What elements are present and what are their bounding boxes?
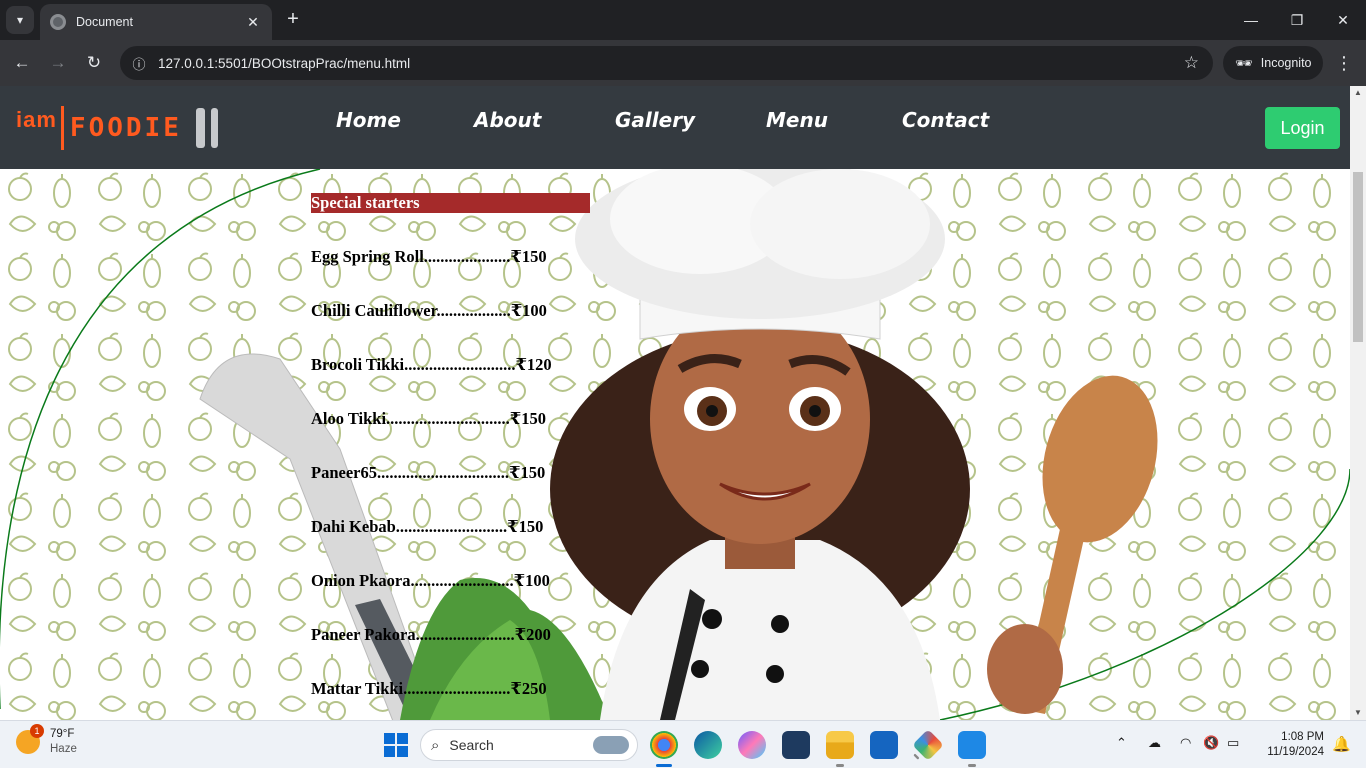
scroll-up-icon[interactable]: ▲ bbox=[1350, 86, 1366, 100]
reload-icon[interactable]: ↻ bbox=[81, 50, 107, 76]
taskbar-clock[interactable]: 1:08 PM 11/19/2024 bbox=[1258, 730, 1324, 760]
onedrive-cloud-icon[interactable]: ☁ bbox=[1148, 735, 1161, 751]
scrollbar-thumb[interactable] bbox=[1353, 172, 1363, 342]
weather-condition: Haze bbox=[50, 743, 77, 755]
edge-icon[interactable] bbox=[694, 731, 722, 759]
chef-illustration bbox=[199, 169, 1158, 720]
browser-toolbar: ← → ↻ ⓘ 127.0.0.1:5501/BOOtstrapPrac/men… bbox=[0, 40, 1366, 86]
tab-search-icon[interactable]: ▾ bbox=[6, 6, 34, 34]
battery-icon[interactable]: ▭ bbox=[1227, 735, 1239, 751]
wifi-icon[interactable]: ◠ bbox=[1180, 735, 1191, 751]
nav-home[interactable]: Home bbox=[336, 108, 401, 132]
special-starters-menu: Special starters Egg Spring Roll........… bbox=[311, 193, 590, 720]
logo-divider bbox=[60, 106, 64, 150]
clock-time: 1:08 PM bbox=[1281, 731, 1324, 743]
weather-widget[interactable]: 1 79°F Haze bbox=[16, 724, 77, 757]
vscode-icon[interactable] bbox=[958, 731, 986, 767]
site-logo[interactable]: iam FOODIE bbox=[16, 104, 218, 152]
menu-item: Egg Spring Roll.....................₹150 bbox=[311, 247, 547, 266]
tab-favicon-icon bbox=[50, 14, 66, 30]
weather-badge: 1 bbox=[30, 724, 44, 738]
microsoft-store-icon[interactable] bbox=[870, 731, 898, 759]
git-gui-icon[interactable] bbox=[912, 729, 944, 761]
back-icon[interactable]: ← bbox=[9, 50, 35, 76]
menu-item: Brocoli Tikki...........................… bbox=[311, 355, 552, 374]
page-viewport: iam FOODIE Home About Gallery Menu Conta… bbox=[0, 86, 1350, 720]
tab-close-icon[interactable]: ✕ bbox=[244, 14, 262, 31]
menu-item: Mattar Tikki..........................₹2… bbox=[311, 679, 547, 698]
search-highlight-image bbox=[593, 736, 629, 754]
logo-name: FOODIE bbox=[69, 113, 182, 143]
nav-gallery[interactable]: Gallery bbox=[615, 108, 695, 132]
copilot-icon[interactable] bbox=[738, 731, 766, 759]
menu-item: Chilli Cauliflower..................₹100 bbox=[311, 301, 547, 320]
new-tab-button[interactable]: + bbox=[282, 8, 304, 30]
login-button[interactable]: Login bbox=[1265, 107, 1340, 149]
address-bar[interactable]: ⓘ 127.0.0.1:5501/BOOtstrapPrac/menu.html… bbox=[120, 46, 1213, 80]
scroll-down-icon[interactable]: ▼ bbox=[1350, 706, 1366, 720]
nav-contact[interactable]: Contact bbox=[902, 108, 989, 132]
file-explorer-icon[interactable] bbox=[826, 731, 854, 767]
tab-title: Document bbox=[76, 15, 133, 29]
weather-temp: 79°F bbox=[50, 728, 75, 740]
windows-start-icon[interactable] bbox=[384, 733, 408, 757]
menu-heading: Special starters bbox=[311, 193, 590, 213]
clock-date: 11/19/2024 bbox=[1267, 746, 1324, 758]
taskbar-search[interactable]: ⌕ Search bbox=[420, 729, 638, 761]
browser-tab-strip: ▾ Document ✕ + — ❐ ✕ bbox=[0, 0, 1366, 40]
browser-menu-icon[interactable]: ⋮ bbox=[1332, 50, 1356, 76]
search-icon: ⌕ bbox=[431, 736, 440, 754]
minimize-icon[interactable]: — bbox=[1228, 0, 1274, 40]
menu-content: Special starters Egg Spring Roll........… bbox=[0, 169, 1350, 720]
site-navbar: iam FOODIE Home About Gallery Menu Conta… bbox=[0, 86, 1350, 169]
menu-item: Paneer Pakora........................₹20… bbox=[311, 625, 551, 644]
logo-prefix: iam bbox=[16, 107, 57, 132]
incognito-icon: 🕶 bbox=[1235, 54, 1253, 71]
weather-sun-icon: 1 bbox=[16, 724, 44, 754]
notification-bell-icon[interactable]: 🔔 bbox=[1332, 735, 1351, 753]
menu-item: Onion Pkaora.........................₹10… bbox=[311, 571, 550, 590]
search-placeholder: Search bbox=[449, 737, 494, 753]
volume-icon[interactable]: 🔇 bbox=[1203, 735, 1219, 751]
incognito-label: Incognito bbox=[1260, 56, 1312, 70]
mysql-workbench-icon[interactable] bbox=[782, 731, 810, 759]
incognito-indicator[interactable]: 🕶 Incognito bbox=[1223, 46, 1323, 80]
tray-chevron-icon[interactable]: ⌃ bbox=[1116, 735, 1127, 751]
menu-item: Dahi Kebab...........................₹15… bbox=[311, 517, 544, 536]
window-close-icon[interactable]: ✕ bbox=[1320, 0, 1366, 40]
forward-icon[interactable]: → bbox=[45, 50, 71, 76]
taskbar: 1 79°F Haze ⌕ Search ⌃ ☁ ◠ 🔇 ▭ 1:08 PM 1… bbox=[0, 720, 1366, 768]
restore-icon[interactable]: ❐ bbox=[1274, 0, 1320, 40]
fork-knife-icon bbox=[195, 108, 218, 148]
bookmark-star-icon[interactable]: ☆ bbox=[1184, 53, 1199, 73]
nav-about[interactable]: About bbox=[474, 108, 541, 132]
browser-tab[interactable]: Document ✕ bbox=[40, 4, 272, 40]
menu-item: Paneer65................................… bbox=[311, 463, 546, 482]
nav-menu[interactable]: Menu bbox=[766, 108, 828, 132]
site-info-icon[interactable]: ⓘ bbox=[128, 52, 150, 74]
chrome-icon[interactable] bbox=[650, 731, 678, 767]
page-scrollbar[interactable]: ▲ ▼ bbox=[1350, 86, 1366, 720]
url-text[interactable]: 127.0.0.1:5501/BOOtstrapPrac/menu.html bbox=[158, 56, 1184, 71]
menu-item: Aloo Tikki..............................… bbox=[311, 409, 547, 428]
